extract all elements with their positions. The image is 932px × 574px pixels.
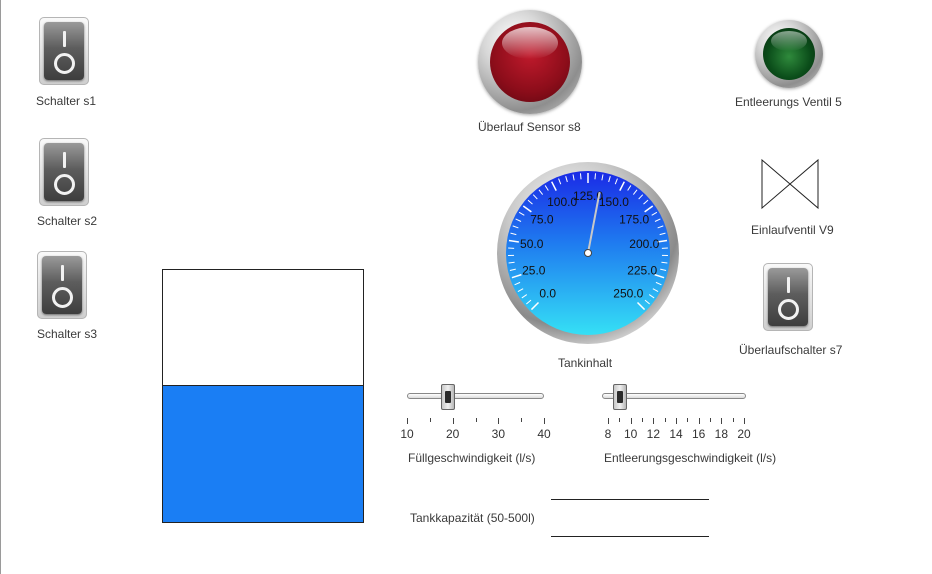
gauge-hub	[584, 249, 592, 257]
power-on-mark-icon	[63, 152, 66, 168]
lamp-shine	[502, 27, 558, 59]
power-off-mark-icon	[778, 299, 799, 320]
slider-tick-label: 10	[623, 427, 638, 441]
switch-s7-label: Überlaufschalter s7	[739, 343, 843, 357]
gauge-tick-label: 25.0	[522, 264, 546, 278]
slider-tick	[498, 418, 500, 424]
slider-tick-label: 18	[714, 427, 729, 441]
slider-tick-label: 30	[491, 427, 506, 441]
rocker-face	[768, 268, 808, 326]
switch-s2-label: Schalter s2	[37, 214, 98, 228]
gauge-tick-label: 0.0	[539, 286, 556, 300]
overflow-sensor-label: Überlauf Sensor s8	[478, 120, 581, 134]
rocker-face	[44, 22, 84, 80]
gauge-tick-label: 200.0	[629, 237, 659, 251]
slider-tick	[664, 418, 666, 422]
power-on-mark-icon	[787, 277, 790, 293]
gauge-tick	[579, 173, 582, 180]
capacity-input[interactable]	[551, 499, 709, 537]
tank-content-gauge: 0.025.050.075.0100.0125.0150.0175.0200.0…	[497, 162, 679, 344]
drain-speed-slider[interactable]	[602, 384, 746, 410]
slider-tick-label: 20	[445, 427, 460, 441]
slider-tick	[619, 418, 621, 422]
slider-tick	[452, 418, 454, 424]
slider-tick-label: 20	[737, 427, 751, 441]
fill-speed-label: Füllgeschwindigkeit (l/s)	[408, 451, 536, 465]
slider-tick	[407, 418, 408, 424]
slider-tick	[687, 418, 689, 422]
slider-tick	[698, 418, 700, 424]
gauge-tick-label: 175.0	[619, 212, 649, 226]
slider-tick	[744, 418, 745, 424]
slider-tick	[630, 418, 632, 424]
slider-track	[407, 393, 544, 399]
slider-tick	[475, 418, 477, 422]
switch-s1-label: Schalter s1	[36, 94, 97, 108]
slider-tick-label: 10	[400, 427, 414, 441]
gauge-tick-label: 50.0	[520, 237, 544, 251]
switch-s1[interactable]	[39, 17, 89, 85]
drain-valve-lamp	[755, 20, 823, 88]
gauge-tick-label: 225.0	[627, 264, 657, 278]
slider-tick	[521, 418, 523, 422]
slider-tick	[608, 418, 609, 424]
switch-s3[interactable]	[37, 251, 87, 319]
slider-tick	[676, 418, 677, 424]
tank-fill-level	[163, 384, 363, 522]
slider-tick	[710, 418, 711, 422]
power-off-mark-icon	[54, 53, 75, 74]
slider-tick	[429, 418, 431, 422]
fill-speed-slider[interactable]	[407, 384, 544, 410]
slider-tick-label: 8	[604, 427, 612, 441]
slider-tick-label: 12	[646, 427, 661, 441]
slider-thumb[interactable]	[613, 384, 627, 410]
slider-tick-label: 14	[669, 427, 683, 441]
slider-tick	[544, 418, 545, 424]
slider-tick-label: 16	[691, 427, 706, 441]
gauge-tick	[594, 173, 597, 180]
window-edge	[0, 0, 1, 574]
power-on-mark-icon	[63, 31, 66, 47]
slider-tick	[653, 418, 655, 424]
power-on-mark-icon	[61, 265, 64, 281]
inlet-valve-label: Einlaufventil V9	[751, 223, 834, 237]
lamp-shine	[771, 31, 807, 51]
gauge-tick-label: 150.0	[599, 195, 629, 209]
rocker-face	[42, 256, 82, 314]
drain-speed-label: Entleerungsgeschwindigkeit (l/s)	[604, 451, 777, 465]
slider-tick-label: 40	[537, 427, 551, 441]
gauge-tick-label: 75.0	[530, 212, 554, 226]
slider-tick	[732, 418, 734, 422]
slider-tick	[721, 418, 723, 424]
switch-s2[interactable]	[39, 138, 89, 206]
power-off-mark-icon	[54, 174, 75, 195]
drain-valve-label: Entleerungs Ventil 5	[735, 95, 842, 109]
rocker-face	[44, 143, 84, 201]
switch-s7[interactable]	[763, 263, 813, 331]
switch-s3-label: Schalter s3	[37, 327, 98, 341]
valve-icon[interactable]	[760, 158, 820, 210]
slider-tick	[642, 418, 643, 422]
capacity-label: Tankkapazität (50-500l)	[410, 511, 535, 525]
gauge-tick-label: 250.0	[613, 286, 643, 300]
power-off-mark-icon	[52, 287, 73, 308]
gauge-label: Tankinhalt	[558, 356, 613, 370]
tank	[162, 269, 364, 523]
slider-thumb[interactable]	[440, 384, 455, 410]
overflow-sensor-lamp	[478, 10, 582, 114]
